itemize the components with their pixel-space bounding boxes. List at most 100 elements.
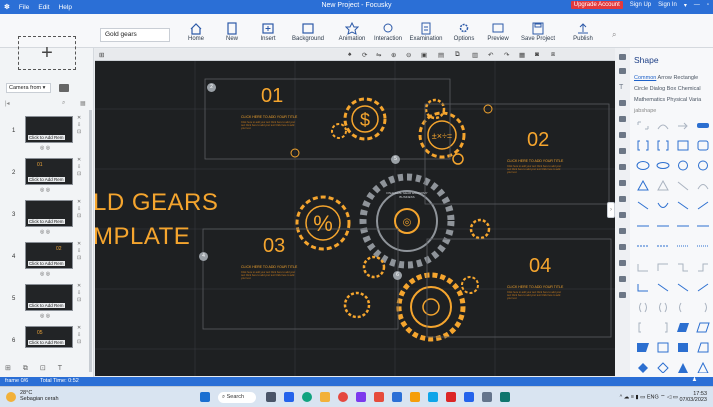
menu-help[interactable]: Help [59, 4, 72, 11]
app-icon-purple[interactable] [356, 392, 366, 402]
shape-arrow-right[interactable] [676, 120, 690, 131]
section-number[interactable]: 03 [263, 235, 285, 258]
app-icon-red[interactable] [374, 392, 384, 402]
shape-diag[interactable] [676, 282, 690, 293]
section-title-placeholder[interactable]: CLICK HERE TO ADD YOUR TITLE [507, 285, 563, 289]
redo-icon[interactable]: ↷ [504, 51, 509, 59]
category-arrow[interactable]: Arrow [658, 75, 672, 81]
tab-link-icon[interactable] [619, 180, 626, 186]
slide-action-icons[interactable]: ✕ ⇩ ⊡ [77, 115, 81, 136]
insert-button[interactable]: Insert [248, 22, 288, 42]
slide-controls[interactable]: ◎ ◎ [40, 145, 50, 151]
upgrade-account-button[interactable]: Upgrade Account [570, 1, 623, 9]
clock[interactable]: 17:53 07/03/2023 [679, 391, 707, 403]
shape-frame[interactable] [656, 342, 670, 353]
tab-image-icon[interactable] [619, 68, 626, 74]
shape-brackets-wide[interactable] [656, 140, 670, 151]
section-title-placeholder[interactable]: CLICK HERE TO ADD YOUR TITLE [241, 115, 297, 119]
section-title-placeholder[interactable]: CLICK HERE TO ADD YOUR TITLE [507, 159, 563, 163]
frame-badge[interactable]: 6 [393, 271, 402, 280]
app-icon-mail[interactable] [446, 392, 456, 402]
user-icon[interactable]: ♟ [692, 377, 697, 383]
slide-thumbnail[interactable]: Click to Add Rem [25, 116, 73, 143]
slide-thumbnail[interactable]: 01 Click to Add Rem [25, 158, 73, 185]
section-number[interactable]: 02 [527, 129, 549, 152]
sign-up-link[interactable]: Sign Up [630, 2, 651, 8]
tab-music-icon[interactable] [619, 132, 626, 138]
shape-circle-alt[interactable] [696, 160, 710, 171]
shape-dot-arrow[interactable] [676, 240, 690, 251]
app-icon-cyan[interactable] [428, 392, 438, 402]
shape-filled-trapezoid[interactable] [636, 342, 650, 353]
section-body-placeholder[interactable]: Click here to add your text Click here t… [507, 165, 565, 174]
shape-filled-block[interactable] [676, 342, 690, 353]
frame-badge[interactable]: 4 [199, 252, 208, 261]
category-dialog-box[interactable]: Dialog Box [650, 86, 677, 92]
windows-start-icon[interactable] [200, 392, 210, 402]
shape-bracket-open[interactable] [636, 322, 650, 333]
category-circle[interactable]: Circle [634, 86, 648, 92]
shape-bracket-corner[interactable] [636, 120, 650, 131]
delete-icon[interactable]: ▦ [519, 51, 525, 59]
align-icon[interactable]: ♠ [348, 51, 351, 58]
shape-curve[interactable] [656, 120, 670, 131]
settings-icon[interactable] [482, 392, 492, 402]
shape-arrow-line[interactable] [676, 220, 690, 231]
shape-double-arrow[interactable] [636, 220, 650, 231]
teams-icon[interactable] [284, 392, 294, 402]
shape-rounded-rect-filled[interactable] [696, 120, 710, 131]
slide-thumbnail[interactable]: 02 Click to Add Rem [25, 242, 73, 269]
shape-triangle-outline-alt[interactable] [696, 361, 710, 374]
section-title-placeholder[interactable]: CLICK HERE TO ADD YOUR TITLE [241, 265, 297, 269]
shape-diag-alt[interactable] [696, 282, 710, 293]
shape-elbow[interactable] [636, 282, 650, 293]
shape-square[interactable] [676, 140, 690, 151]
shape-arrow-line-alt[interactable] [696, 220, 710, 231]
shape-ellipse-wide[interactable] [656, 160, 670, 171]
zoom-icon[interactable]: ⌕ [62, 100, 65, 107]
category-various[interactable]: Varia [689, 97, 701, 103]
shape-brackets[interactable] [636, 140, 650, 151]
slide-action-icons[interactable]: ✕ ⇩ ⊡ [77, 241, 81, 262]
word-icon[interactable] [392, 392, 402, 402]
shape-triangle[interactable] [636, 179, 650, 191]
project-name-input[interactable]: Gold gears [100, 28, 170, 42]
camera-from-dropdown[interactable]: Camera from ▾ [6, 83, 51, 93]
shape-step-alt[interactable] [656, 262, 670, 273]
slide-title-line1[interactable]: LD GEARS [95, 189, 218, 217]
flip-icon[interactable]: ⇋ [376, 51, 381, 59]
tab-text-icon[interactable]: T [619, 84, 626, 91]
edge-icon[interactable] [302, 392, 312, 402]
shape-corner-alt[interactable] [696, 262, 710, 273]
camera-snapshot-icon[interactable]: ◙ [535, 51, 539, 58]
tab-animation-icon[interactable] [619, 260, 626, 266]
shape-bracket-close[interactable] [656, 322, 670, 333]
slide-controls[interactable]: ◎ ◎ [40, 271, 50, 277]
network-volume-icons[interactable]: ⌔ ◁ ▭ [660, 394, 679, 400]
rotate-icon[interactable]: ⟳ [362, 51, 367, 59]
grid-snap-icon[interactable]: ⊞ [99, 51, 104, 59]
slide-action-icons[interactable]: ✕ ⇩ ⊡ [77, 325, 81, 346]
shape-dash-arrow[interactable] [636, 240, 650, 251]
copy-icon[interactable]: ⧉ [455, 51, 460, 59]
fit-screen-icon[interactable]: ▣ [421, 51, 427, 59]
file-explorer-icon[interactable] [320, 392, 330, 402]
slide-controls[interactable]: ◎ ◎ [40, 313, 50, 319]
category-common[interactable]: Common [634, 75, 656, 81]
slide-controls[interactable]: ◎ ◎ [40, 229, 50, 235]
shape-diagonal-arrow[interactable] [676, 200, 690, 211]
tab-settings-icon[interactable] [619, 212, 626, 218]
tab-tools-icon[interactable] [619, 196, 626, 202]
taskbar-search[interactable]: ⌕ Search [218, 392, 256, 403]
maximize-icon[interactable]: ▫ [707, 2, 709, 8]
shape-paren[interactable] [676, 302, 690, 313]
menu-edit[interactable]: Edit [38, 4, 49, 11]
focusky-app-icon[interactable] [500, 392, 510, 402]
section-body-placeholder[interactable]: Click here to add your text Click here t… [241, 121, 299, 130]
chevron-down-icon[interactable]: ▾ [684, 2, 687, 9]
grid-view-icon[interactable]: ▦ [80, 100, 86, 107]
background-button[interactable]: Background [288, 22, 328, 42]
layer-icon[interactable]: ▤ [438, 51, 444, 59]
paste-icon[interactable]: ▥ [472, 51, 478, 59]
slide-thumbnail[interactable]: Click to Add Rem [25, 284, 73, 311]
